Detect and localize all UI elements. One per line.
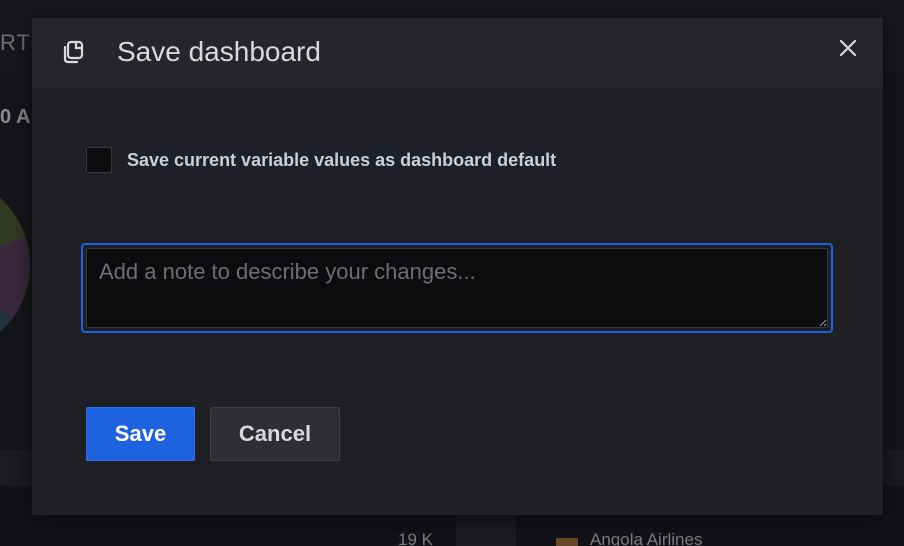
- save-variables-label[interactable]: Save current variable values as dashboar…: [127, 150, 556, 171]
- save-variables-option: Save current variable values as dashboar…: [86, 147, 556, 173]
- modal-title: Save dashboard: [117, 36, 321, 67]
- modal-header: Save dashboard: [32, 18, 883, 88]
- background-value: 19 K: [398, 530, 433, 546]
- note-textarea[interactable]: [86, 248, 828, 328]
- note-field-focus-ring: [81, 243, 833, 333]
- copy-icon: [60, 39, 86, 65]
- background-panel-title: 0 A: [0, 106, 31, 128]
- background-legend-swatch: [556, 538, 578, 546]
- cancel-button[interactable]: Cancel: [210, 407, 340, 461]
- save-button[interactable]: Save: [86, 407, 195, 461]
- background-pie-chart: [0, 175, 30, 355]
- close-icon[interactable]: [835, 35, 861, 61]
- save-dashboard-modal: Save dashboard Save current variable val…: [32, 18, 883, 515]
- save-variables-checkbox[interactable]: [86, 147, 112, 173]
- background-legend-item: Angola Airlines: [590, 530, 703, 546]
